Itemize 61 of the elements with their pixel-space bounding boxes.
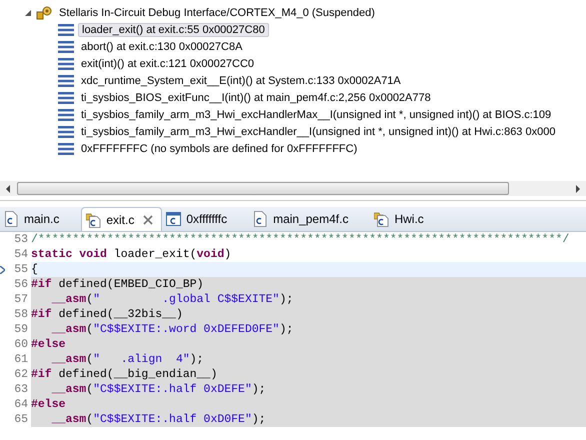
line-number: 61 — [13, 353, 29, 366]
stack-frame-icon — [58, 142, 74, 154]
line-number: 54 — [13, 248, 29, 261]
stack-frame-icon — [58, 126, 74, 138]
stack-frame-icon — [58, 92, 74, 104]
line-number: 55 — [13, 263, 29, 276]
editor-tab[interactable]: main.c — [0, 207, 82, 231]
code-text: /****************************************************************************/ — [31, 232, 570, 247]
stack-frame-item[interactable]: abort() at exit.c:130 0x00027C8A — [78, 40, 246, 54]
line-number: 60 — [13, 338, 29, 351]
line-number: 65 — [13, 413, 29, 426]
line-number: 64 — [13, 398, 29, 411]
debug-target-label[interactable]: Stellaris In-Circuit Debug Interface/CORTEX_M4_0 (Suspended) — [56, 6, 378, 20]
line-number: 63 — [13, 383, 29, 396]
line-number: 53 — [13, 233, 29, 246]
expand-triangle-icon[interactable] — [24, 8, 32, 16]
horizontal-scrollbar[interactable] — [0, 181, 586, 196]
code-text: #if defined(__big_endian__) — [31, 367, 586, 382]
stack-frame-icon — [58, 74, 74, 86]
c-file-icon — [4, 211, 19, 227]
instruction-pointer-icon — [0, 266, 5, 274]
line-number: 58 — [13, 308, 29, 321]
close-icon[interactable] — [143, 214, 154, 224]
code-text: __asm("C$$EXITE:.word 0xDEFED0FE"); — [31, 322, 586, 337]
stack-frame-item[interactable]: loader_exit() at exit.c:55 0x00027C80 — [78, 22, 269, 36]
c-file-icon — [86, 212, 102, 228]
c-file-icon — [374, 211, 390, 227]
stack-frame-item[interactable]: xdc_runtime_System_exit__E(int)() at System.c:133 0x0002A71A — [78, 74, 404, 88]
stack-frame-item[interactable]: ti_sysbios_family_arm_m3_Hwi_excHandler__I(unsigned int *, unsigned int)() at Hwi.c:863 0x000 — [78, 124, 558, 138]
scroll-right-icon[interactable] — [574, 184, 582, 192]
code-text: #if defined(__32bis__) — [31, 307, 586, 322]
line-number: 59 — [13, 323, 29, 336]
editor-tab[interactable]: main_pem4f.c — [249, 207, 370, 231]
code-text: static void loader_exit(void) — [31, 247, 232, 262]
editor-tab[interactable]: Hwi.c — [370, 207, 446, 231]
debug-target-icon — [36, 6, 52, 20]
line-number: 57 — [13, 293, 29, 306]
code-text: #if defined(EMBED_CIO_BP) — [31, 277, 586, 292]
scrollbar-thumb[interactable] — [17, 182, 509, 195]
c-file-icon — [253, 211, 268, 227]
editor-tab[interactable]: 0xfffffffc — [162, 207, 250, 231]
line-number: 56 — [13, 278, 29, 291]
code-text: { — [31, 262, 586, 277]
scroll-left-icon[interactable] — [4, 184, 12, 192]
code-text: __asm(" .align 4"); — [31, 352, 586, 367]
stack-frame-item[interactable]: exit(int)() at exit.c:121 0x00027CC0 — [78, 56, 258, 70]
code-text: #else — [31, 397, 586, 412]
stack-frame-item[interactable]: ti_sysbios_BIOS_exitFunc__I(int)() at main_pem4f.c:2,256 0x0002A778 — [78, 90, 434, 104]
code-text: __asm("C$$EXITE:.half 0xD0FE"); — [31, 412, 586, 427]
stack-frame-icon — [58, 40, 74, 52]
code-text: #else — [31, 337, 586, 352]
stack-frame-icon — [58, 24, 74, 36]
editor-tab[interactable]: exit.c — [81, 207, 162, 231]
code-text: __asm("C$$EXITE:.half 0xDEFE"); — [31, 382, 586, 397]
stack-frame-item[interactable]: ti_sysbios_family_arm_m3_Hwi_excHandlerMax__I(unsigned int *, unsigned int)() at BIOS.c:109 — [78, 108, 554, 122]
c-file-icon — [166, 211, 182, 227]
code-text: __asm(" .global C$$EXITE"); — [31, 292, 586, 307]
line-number: 62 — [13, 368, 29, 381]
stack-frame-icon — [58, 108, 74, 120]
stack-frame-item[interactable]: 0xFFFFFFFC (no symbols are defined for 0xFFFFFFFC) — [78, 142, 360, 156]
stack-frame-icon — [58, 58, 74, 70]
